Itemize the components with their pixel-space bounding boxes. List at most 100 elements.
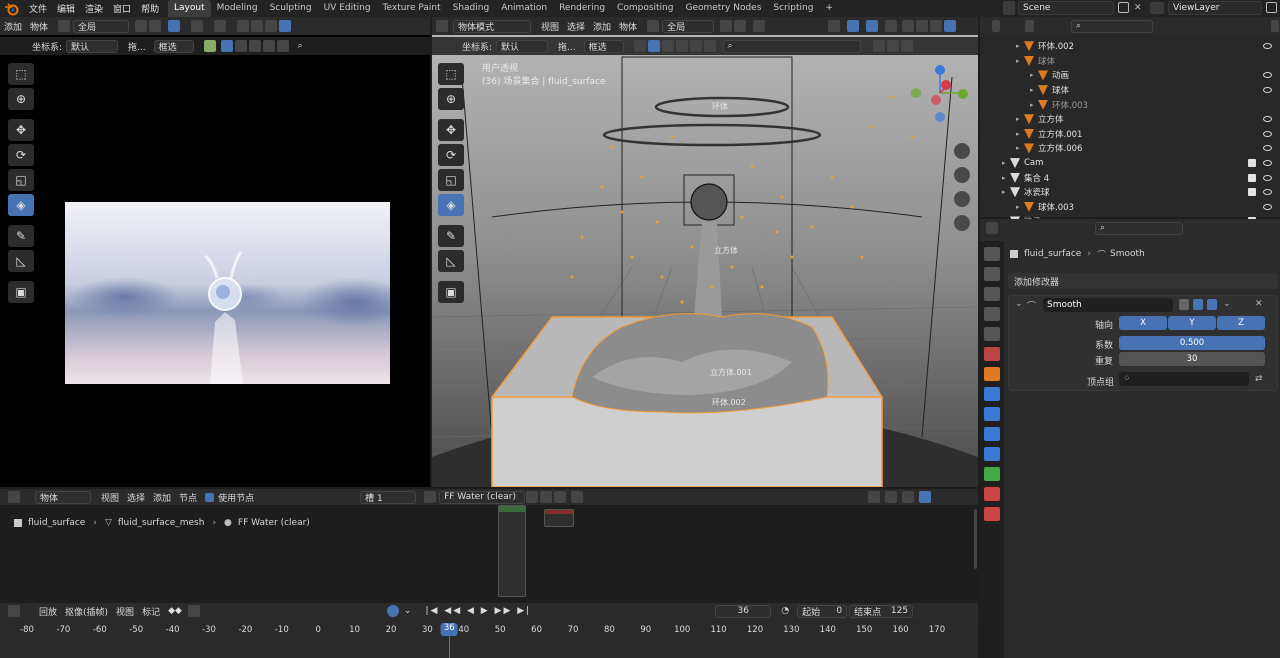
viewport-snap-icon[interactable] bbox=[734, 20, 747, 32]
particles-tab-icon[interactable] bbox=[984, 407, 1000, 421]
expand-arrow-icon[interactable]: ▸ bbox=[1002, 159, 1010, 167]
view-layer-icon[interactable] bbox=[1150, 2, 1164, 14]
vertex-group-invert-icon[interactable]: ⇄ bbox=[1255, 374, 1263, 384]
visibility-eye-icon[interactable] bbox=[1263, 116, 1272, 123]
viewport-object-menu[interactable]: 物体 bbox=[615, 20, 641, 33]
modifier-edit-mode-icon[interactable] bbox=[1179, 299, 1189, 310]
object-tab-icon[interactable] bbox=[984, 367, 1000, 381]
camera-view-icon[interactable] bbox=[954, 191, 970, 207]
properties-search-input[interactable]: ⌕ bbox=[1095, 221, 1183, 235]
output-tab-icon[interactable] bbox=[984, 287, 1000, 301]
vertex-group-field[interactable]: ⁘ bbox=[1119, 372, 1249, 386]
add-cube-tool-icon[interactable]: ▣ bbox=[8, 281, 34, 303]
new-scene-icon[interactable] bbox=[1118, 2, 1129, 13]
editor-type-icon[interactable] bbox=[436, 20, 448, 32]
material-browse-icon[interactable] bbox=[424, 491, 437, 503]
collection-checkbox[interactable] bbox=[1248, 159, 1256, 168]
navigation-gizmo[interactable] bbox=[910, 63, 976, 243]
viewport-filter-icon[interactable] bbox=[900, 40, 913, 52]
visibility-eye-icon[interactable] bbox=[1263, 160, 1272, 167]
viewport-layout-icon[interactable] bbox=[886, 40, 899, 52]
outliner-row[interactable]: ▸ 环体.002 bbox=[980, 39, 1280, 54]
shader-view-menu[interactable]: 视图 bbox=[97, 491, 123, 504]
shader-add-menu[interactable]: 添加 bbox=[149, 491, 175, 504]
tab-rendering[interactable]: Rendering bbox=[553, 0, 611, 17]
move-tool-icon[interactable]: ✥ bbox=[8, 119, 34, 141]
expand-arrow-icon[interactable]: ▸ bbox=[1030, 86, 1038, 94]
properties-editor-type-icon[interactable] bbox=[986, 222, 998, 234]
constraints-tab-icon[interactable] bbox=[984, 447, 1000, 461]
viewport-select-intersect-icon[interactable] bbox=[703, 40, 716, 52]
outliner-display-mode-icon[interactable] bbox=[1025, 20, 1034, 32]
tab-layout[interactable]: Layout bbox=[168, 0, 211, 17]
delete-scene-icon[interactable]: ✕ bbox=[1134, 3, 1142, 13]
expand-arrow-icon[interactable]: ▸ bbox=[1016, 203, 1024, 211]
viewport-add-cube-tool-icon[interactable]: ▣ bbox=[438, 281, 464, 303]
view-layer-tab-icon[interactable] bbox=[984, 307, 1000, 321]
select-tool-icon[interactable]: ⬚ bbox=[8, 63, 34, 85]
select-mode-intersect-icon[interactable] bbox=[276, 40, 289, 52]
viewport-visibility-icon[interactable] bbox=[828, 20, 841, 32]
snap-node-icon[interactable] bbox=[885, 491, 898, 503]
viewport-bookmark-icon[interactable] bbox=[872, 40, 885, 52]
zoom-icon[interactable] bbox=[954, 143, 970, 159]
expand-arrow-icon[interactable]: ▸ bbox=[1030, 101, 1038, 109]
expand-arrow-icon[interactable]: ▸ bbox=[1002, 174, 1010, 182]
left-object-menu[interactable]: 物体 bbox=[26, 20, 52, 33]
viewport-select-subtract-icon[interactable] bbox=[675, 40, 688, 52]
outliner-editor-type-icon[interactable] bbox=[992, 20, 1001, 32]
menu-render[interactable]: 渲染 bbox=[80, 2, 108, 15]
axis-x-toggle[interactable]: X bbox=[1119, 316, 1167, 330]
viewport-transform-tool-icon[interactable]: ◈ bbox=[438, 194, 464, 216]
expand-arrow-icon[interactable]: ▸ bbox=[1016, 130, 1024, 138]
shader-node-menu[interactable]: 节点 bbox=[175, 491, 201, 504]
outliner-row[interactable]: ▸ Cam bbox=[980, 156, 1280, 171]
add-workspace-button[interactable]: + bbox=[819, 0, 839, 17]
menu-edit[interactable]: 编辑 bbox=[52, 2, 80, 15]
viewport-view-menu[interactable]: 视图 bbox=[537, 20, 563, 33]
viewport-overlay-icon[interactable] bbox=[866, 20, 879, 32]
menu-help[interactable]: 帮助 bbox=[136, 2, 164, 15]
viewport-drag-label[interactable]: 拖... bbox=[554, 40, 580, 53]
material-name-field[interactable]: FF Water (clear) bbox=[439, 490, 526, 504]
left-coord-dropdown[interactable]: 默认 bbox=[66, 39, 119, 53]
tab-uv-editing[interactable]: UV Editing bbox=[318, 0, 377, 17]
viewport-xray-icon[interactable] bbox=[885, 20, 898, 32]
viewport-gizmo-icon[interactable] bbox=[847, 20, 860, 32]
timeline-ruler[interactable]: -80 -70 -60 -50 -40 -30 -20 -10 0 10 20 30 40 50 60 70 8… bbox=[0, 603, 978, 658]
outliner-row[interactable]: ▸ 立方体.001 bbox=[980, 127, 1280, 142]
outliner-row[interactable]: ▸ 冰瓷球 bbox=[980, 185, 1280, 200]
color-icon[interactable] bbox=[203, 40, 216, 52]
visibility-eye-icon[interactable] bbox=[1263, 130, 1272, 137]
outliner-row[interactable]: ▸ 环体.003 bbox=[980, 97, 1280, 112]
viewport-shading-material-icon[interactable] bbox=[930, 20, 943, 32]
view-layer-selector[interactable]: ViewLayer bbox=[1168, 1, 1262, 15]
pivot-icon[interactable] bbox=[135, 20, 148, 32]
material-tab-icon[interactable] bbox=[984, 487, 1000, 501]
viewport-select-menu[interactable]: 选择 bbox=[563, 20, 589, 33]
duplicate-material-icon[interactable] bbox=[540, 491, 553, 503]
left-select-box-dropdown[interactable]: 框选 bbox=[153, 39, 194, 53]
visibility-eye-icon[interactable] bbox=[1263, 203, 1272, 210]
outliner-row[interactable]: ▸ 球体.003 bbox=[980, 200, 1280, 215]
viewport-color-icon[interactable] bbox=[633, 40, 646, 52]
outliner-row[interactable]: ▸ 球体 bbox=[980, 83, 1280, 98]
viewport-orientation-icon[interactable] bbox=[647, 20, 660, 32]
use-nodes-checkbox[interactable] bbox=[205, 492, 215, 502]
physics-tab-icon[interactable] bbox=[984, 427, 1000, 441]
blender-logo-icon[interactable] bbox=[4, 2, 20, 16]
scale-tool-icon[interactable]: ◱ bbox=[8, 169, 34, 191]
mode-dropdown[interactable]: 物体模式 bbox=[453, 19, 531, 33]
menu-file[interactable]: 文件 bbox=[24, 2, 52, 15]
viewport-select-set-icon[interactable] bbox=[647, 40, 660, 52]
left-drag-label[interactable]: 拖... bbox=[124, 40, 150, 53]
viewport-pivot-icon[interactable] bbox=[720, 20, 733, 32]
add-modifier-button[interactable]: 添加修改器 bbox=[1008, 273, 1278, 289]
tab-texture-paint[interactable]: Texture Paint bbox=[377, 0, 447, 17]
viewport-global-dropdown[interactable]: 全局 bbox=[662, 19, 715, 33]
modifier-collapse-icon[interactable]: ⌄ bbox=[1015, 299, 1023, 309]
left-global-dropdown[interactable]: 全局 bbox=[73, 19, 130, 33]
slot-dropdown[interactable]: 槽 1 bbox=[360, 490, 417, 504]
tab-animation[interactable]: Animation bbox=[495, 0, 553, 17]
scene-icon[interactable] bbox=[1003, 1, 1015, 15]
